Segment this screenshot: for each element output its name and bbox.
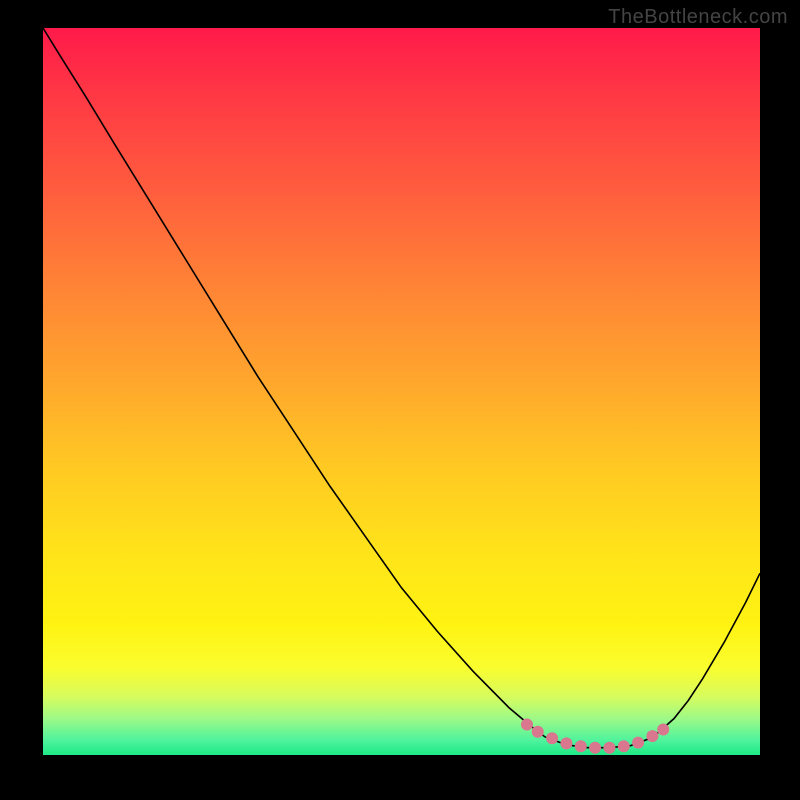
- optimal-marker: [632, 737, 644, 749]
- optimal-marker: [575, 740, 587, 752]
- optimal-marker: [618, 740, 630, 752]
- optimal-marker: [546, 732, 558, 744]
- optimal-marker: [521, 718, 533, 730]
- chart-svg: [43, 28, 760, 755]
- optimal-marker: [657, 724, 669, 736]
- optimal-marker: [589, 742, 601, 754]
- optimal-marker: [532, 726, 544, 738]
- optimal-marker: [646, 730, 658, 742]
- optimal-marker: [603, 742, 615, 754]
- chart-container: TheBottleneck.com: [0, 0, 800, 800]
- watermark-text: TheBottleneck.com: [608, 6, 788, 29]
- plot-area: [43, 28, 760, 755]
- optimal-marker: [560, 737, 572, 749]
- gradient-background: [43, 28, 760, 755]
